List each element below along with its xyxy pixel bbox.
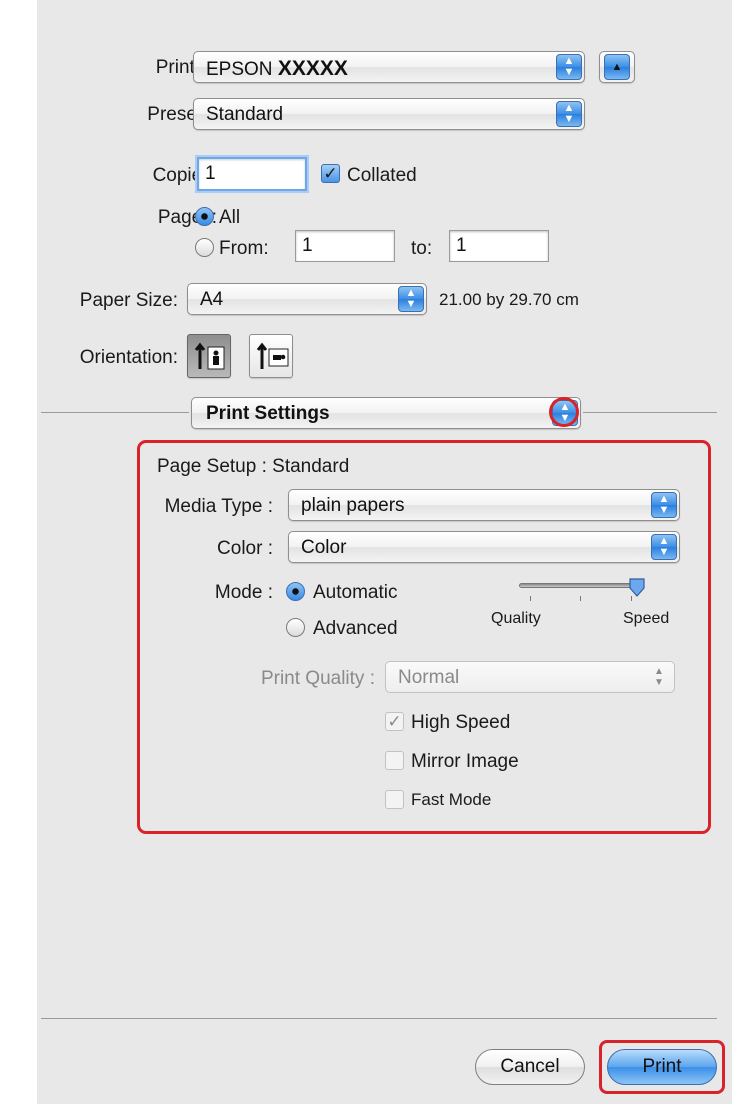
slider-thumb[interactable] <box>628 578 646 598</box>
portrait-icon <box>194 342 225 370</box>
separator-line <box>41 412 189 413</box>
slider-speed-label: Speed <box>623 610 670 627</box>
slider-tick <box>530 596 531 601</box>
presets-value: Standard <box>206 104 284 125</box>
orientation-landscape-button[interactable] <box>249 334 293 378</box>
print-button-highlight <box>599 1040 725 1094</box>
copies-field[interactable]: 1 <box>197 157 307 191</box>
popup-arrows-icon: ▲ ▼ <box>651 492 677 518</box>
popup-arrows-icon: ▲ ▼ <box>556 54 582 80</box>
high-speed-label: High Speed <box>411 712 511 733</box>
slider-quality-label: Quality <box>491 610 541 627</box>
quality-speed-slider[interactable] <box>515 578 645 612</box>
page-setup-text: Page Setup : Standard <box>157 456 350 477</box>
disclosure-triangle-icon: ▲ <box>604 54 630 80</box>
collated-checkbox[interactable]: ✓ <box>321 164 340 183</box>
collated-label: Collated <box>347 165 417 186</box>
popup-arrows-icon: ▲ ▼ <box>398 286 424 312</box>
mirror-image-label: Mirror Image <box>411 751 519 772</box>
paper-size-label: Paper Size: <box>79 290 178 311</box>
slider-track <box>519 583 643 588</box>
print-quality-label: Print Quality : <box>260 668 375 689</box>
mode-advanced-radio[interactable] <box>286 618 305 637</box>
printer-value: EPSON XXXXX <box>206 57 348 80</box>
slider-tick <box>580 596 581 601</box>
pages-from-label: From: <box>219 238 269 259</box>
media-type-label: Media Type : <box>164 496 273 517</box>
print-dialog: Printer: EPSON XXXXX ▲ ▼ ▲ Presets: Stand… <box>37 0 732 1104</box>
pages-to-label: to: <box>411 238 433 259</box>
paper-size-popup[interactable]: A4 ▲ ▼ <box>187 283 427 315</box>
orientation-label: Orientation: <box>79 347 178 368</box>
panel-selector-popup[interactable]: Print Settings ▲ ▼ <box>191 397 581 429</box>
pages-all-label: All <box>219 207 241 228</box>
media-type-popup[interactable]: plain papers ▲ ▼ <box>288 489 680 521</box>
panel-selector-value: Print Settings <box>206 403 330 424</box>
printer-popup[interactable]: EPSON XXXXX ▲ ▼ <box>193 51 585 83</box>
cancel-button[interactable]: Cancel <box>475 1049 585 1085</box>
separator-line <box>583 412 717 413</box>
paper-dimensions: 21.00 by 29.70 cm <box>439 290 579 309</box>
high-speed-checkbox[interactable]: ✓ <box>385 712 404 731</box>
color-label: Color : <box>217 538 273 559</box>
print-quality-popup[interactable]: Normal ▲ ▼ <box>385 661 675 693</box>
color-value: Color <box>301 537 347 558</box>
fast-mode-checkbox[interactable] <box>385 790 404 809</box>
mode-advanced-label: Advanced <box>313 618 398 639</box>
fast-mode-label: Fast Mode <box>411 790 492 809</box>
mode-automatic-radio[interactable] <box>286 582 305 601</box>
mode-automatic-label: Automatic <box>313 582 398 603</box>
mirror-image-checkbox[interactable] <box>385 751 404 770</box>
pages-to-field[interactable]: 1 <box>449 230 549 262</box>
pages-all-radio[interactable] <box>195 207 214 226</box>
pages-from-radio[interactable] <box>195 238 214 257</box>
highlight-circle <box>549 397 579 427</box>
presets-popup[interactable]: Standard ▲ ▼ <box>193 98 585 130</box>
landscape-icon <box>256 342 289 369</box>
popup-arrows-icon: ▲ ▼ <box>654 666 664 688</box>
printer-expand-button[interactable]: ▲ <box>599 51 635 83</box>
popup-arrows-icon: ▲ ▼ <box>556 101 582 127</box>
popup-arrows-icon: ▲ ▼ <box>651 534 677 560</box>
pages-from-field[interactable]: 1 <box>295 230 395 262</box>
paper-size-value: A4 <box>200 289 224 310</box>
print-quality-value: Normal <box>398 667 460 688</box>
color-popup[interactable]: Color ▲ ▼ <box>288 531 680 563</box>
bottom-separator <box>41 1018 717 1019</box>
copies-label: Copies: <box>152 165 217 186</box>
orientation-portrait-button[interactable] <box>187 334 231 378</box>
media-type-value: plain papers <box>301 495 405 516</box>
mode-label: Mode : <box>214 582 273 603</box>
